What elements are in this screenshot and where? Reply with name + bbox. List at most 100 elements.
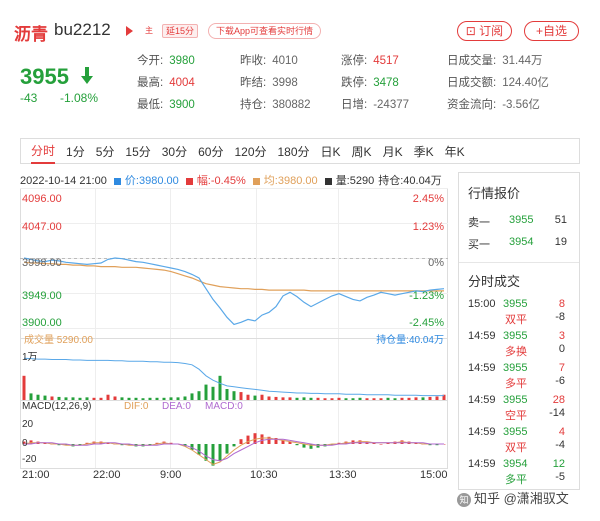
quote-item: 跌停: 3478 <box>341 74 399 90</box>
y-axis-price-label: 3900.00 <box>22 317 62 329</box>
quote-value: 3900 <box>169 99 195 111</box>
trade-time: 15:00 <box>468 298 496 310</box>
x-axis-label: 22:00 <box>93 469 121 481</box>
quote-item: 昨收: 4010 <box>240 52 298 68</box>
tab-period[interactable]: 5分 <box>96 140 115 163</box>
volume-bar <box>211 386 215 400</box>
macd-bar <box>197 444 201 455</box>
macd-bar <box>239 439 243 444</box>
volume-bar <box>288 397 292 400</box>
volume-bar <box>183 396 187 400</box>
quote-key: 涨停: <box>341 55 368 67</box>
volume-bar <box>120 397 124 400</box>
y-axis-price-label: 3998.00 <box>22 257 62 269</box>
quote-key: 最高: <box>137 77 164 89</box>
tab-period[interactable]: 分时 <box>31 139 56 164</box>
price-change-pct: -1.08% <box>60 91 99 105</box>
volume-unit: 1万 <box>22 352 38 363</box>
chart-canvas[interactable] <box>20 188 448 470</box>
trades-list: 15:00 3955 8 双平 -8 14:59 3955 3 多换 0 14:59 3955 7 多平 -… <box>459 298 579 490</box>
volume-bar <box>421 397 425 400</box>
tab-period[interactable]: 季K <box>414 140 434 163</box>
trade-qty: 8 <box>558 298 565 310</box>
quote-item: 最高: 4004 <box>137 74 195 90</box>
volume-bar <box>225 389 229 400</box>
ob-price: 3954 <box>509 236 534 248</box>
quote-key: 最低: <box>137 99 164 111</box>
macd-axis-label: 0 <box>22 438 28 449</box>
x-axis-label: 13:30 <box>329 469 357 481</box>
volume-bar <box>99 397 103 400</box>
volume-bar <box>358 397 362 400</box>
subscribe-button[interactable]: ⊡ 订阅 <box>457 21 512 41</box>
volume-bar <box>400 397 404 400</box>
tab-period[interactable]: 日K <box>321 140 341 163</box>
info-bar: 2022-10-14 21:00 价:3980.00 幅:-0.45% 均:39… <box>20 172 446 188</box>
open-interest-line <box>23 357 444 397</box>
last-price: 3955 <box>20 64 69 89</box>
trade-qty: 7 <box>558 362 565 374</box>
quote-value: 3980 <box>169 55 195 67</box>
tab-period[interactable]: 30分 <box>162 140 187 163</box>
volume-bar <box>204 384 208 400</box>
trade-time: 14:59 <box>468 426 496 438</box>
trade-type: 空平 <box>505 410 527 422</box>
volume-bar <box>134 397 138 400</box>
macd-bar <box>295 444 299 446</box>
main-contract-tag: 主 <box>145 26 153 35</box>
tab-period[interactable]: 120分 <box>234 140 266 163</box>
macd-bar <box>211 444 215 466</box>
quote-key: 昨收: <box>240 55 267 67</box>
trade-price: 3955 <box>503 298 528 310</box>
ob-side: 买一 <box>468 239 490 251</box>
trade-type: 双平 <box>505 442 527 454</box>
ob-side: 卖一 <box>468 217 490 229</box>
amp-swatch <box>185 177 193 185</box>
trade-oi-change: -4 <box>555 439 565 451</box>
avg-swatch <box>252 177 260 185</box>
quote-value: 3478 <box>373 77 399 89</box>
tab-period[interactable]: 180分 <box>278 140 310 163</box>
quote-panel-title: 行情报价 <box>468 186 521 201</box>
tab-period[interactable]: 周K <box>352 140 372 163</box>
tab-period[interactable]: 15分 <box>125 140 150 163</box>
watermark-text: 知乎 @潇湘驭文 <box>474 491 569 506</box>
intraday-chart[interactable]: 4096.00 4047.00 3998.00 3949.00 3900.00 2.45%… <box>20 188 448 488</box>
volume-bar <box>169 397 173 400</box>
volume-bar <box>323 398 327 400</box>
volume-bar <box>64 397 68 400</box>
add-watchlist-button[interactable]: +自选 <box>524 21 579 41</box>
quote-value: 4004 <box>169 77 195 89</box>
trade-time: 14:59 <box>468 394 496 406</box>
trade-oi-change: -14 <box>549 407 565 419</box>
delay-tag: 延15分 <box>162 24 199 38</box>
vol-swatch <box>324 177 332 185</box>
volume-bar <box>379 398 383 400</box>
volume-bar <box>218 375 222 400</box>
trade-price: 3955 <box>503 426 528 438</box>
macd-dif: DIF:0 <box>124 401 149 412</box>
trades-title: 分时成交 <box>468 274 521 289</box>
trade-time: 14:59 <box>468 458 496 470</box>
tab-period[interactable]: 1分 <box>66 140 85 163</box>
trade-type: 多平 <box>505 474 527 486</box>
quote-item: 资金流向: -3.56亿 <box>447 96 540 112</box>
trade-time: 14:59 <box>468 362 496 374</box>
volume-bar <box>141 398 145 400</box>
app-download-tag[interactable]: 下载App可查看实时行情 <box>208 23 322 39</box>
info-oi: 持仓:40.04万 <box>378 175 442 187</box>
volume-bar <box>274 396 278 400</box>
volume-bar <box>106 394 110 400</box>
macd-name: MACD(12,26,9) <box>22 401 92 412</box>
tab-period[interactable]: 年K <box>445 140 465 163</box>
tab-period[interactable]: 月K <box>383 140 403 163</box>
trade-qty: 28 <box>552 394 565 406</box>
trade-row: 14:59 3955 4 双平 -4 <box>459 426 579 458</box>
play-triangle-icon[interactable] <box>126 26 133 36</box>
volume-bar <box>57 396 61 400</box>
info-vol: 量:5290 <box>335 175 375 187</box>
y-axis-pct-label: -2.45% <box>409 317 444 329</box>
macd-bar <box>260 434 264 444</box>
volume-bar <box>267 396 271 400</box>
tab-period[interactable]: 60分 <box>198 140 223 163</box>
